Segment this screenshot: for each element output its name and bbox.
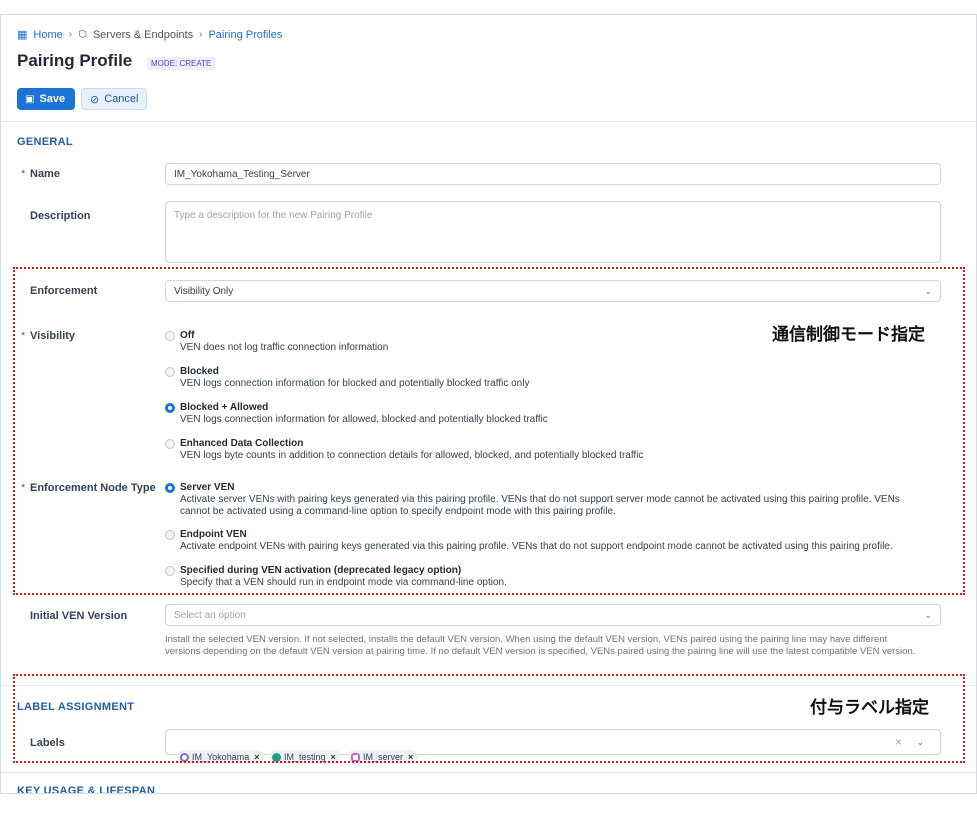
chevron-right-icon: › <box>199 29 203 40</box>
save-button[interactable]: ▣ Save <box>17 88 75 110</box>
name-input-value: IM_Yokohama_Testing_Server <box>174 168 310 180</box>
initial-version-placeholder: Select an option <box>174 609 246 621</box>
breadcrumb-home[interactable]: Home <box>33 29 62 41</box>
section-general-heading: GENERAL <box>17 136 73 148</box>
description-placeholder: Type a description for the new Pairing P… <box>174 210 373 221</box>
name-input[interactable]: IM_Yokohama_Testing_Server <box>165 163 941 185</box>
cancel-icon: ⊘ <box>90 93 100 106</box>
chevron-right-icon: › <box>68 29 73 40</box>
cancel-button-label: Cancel <box>104 93 139 105</box>
mode-badge: MODE: CREATE <box>147 57 216 70</box>
breadcrumb-servers[interactable]: Servers & Endpoints <box>93 29 193 41</box>
annotation-box-mode <box>13 267 965 595</box>
name-label: Name <box>30 168 60 180</box>
description-label: Description <box>30 210 91 222</box>
initial-version-select[interactable]: Select an option ⌄ <box>165 604 941 626</box>
cancel-button[interactable]: ⊘ Cancel <box>81 88 147 110</box>
section-key-usage-heading: KEY USAGE & LIFESPAN <box>17 785 156 794</box>
home-grid-icon: ▦ <box>17 29 28 41</box>
server-icon: ⬡ <box>78 29 87 40</box>
annotation-mode-text: 通信制御モード指定 <box>772 325 925 344</box>
page-title: Pairing Profile <box>17 51 133 70</box>
description-textarea[interactable]: Type a description for the new Pairing P… <box>165 201 941 263</box>
chevron-down-icon: ⌄ <box>924 609 932 620</box>
save-icon: ▣ <box>25 93 35 105</box>
save-button-label: Save <box>39 93 66 105</box>
divider <box>1 121 976 122</box>
annotation-label-text: 付与ラベル指定 <box>810 698 929 717</box>
required-marker: * <box>21 168 26 180</box>
breadcrumb: ▦ Home › ⬡ Servers & Endpoints › Pairing… <box>17 28 282 42</box>
initial-version-help: Install the selected VEN version. If not… <box>165 634 916 657</box>
initial-version-label: Initial VEN Version <box>30 610 128 622</box>
divider <box>1 772 976 773</box>
annotation-box-labels <box>13 674 965 763</box>
breadcrumb-current[interactable]: Pairing Profiles <box>208 29 282 41</box>
